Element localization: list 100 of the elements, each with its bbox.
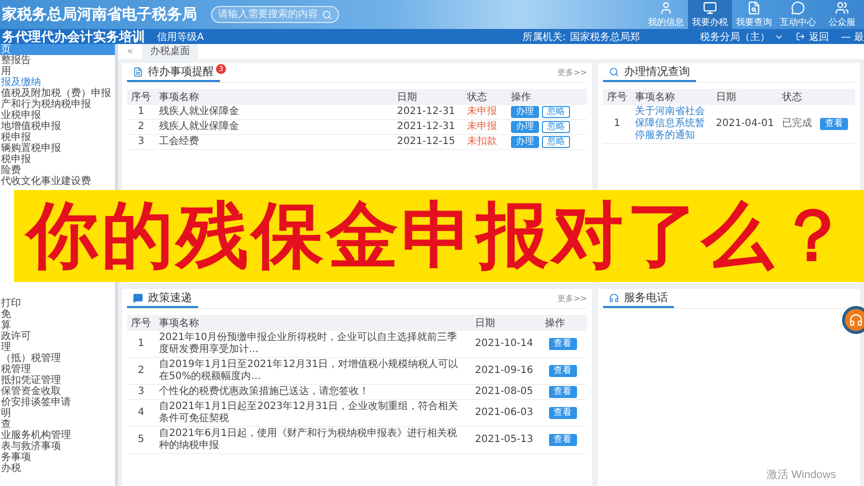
table-cell: 1	[127, 105, 155, 120]
sidebar-item[interactable]: 保管资金收取	[0, 386, 115, 397]
table-cell: 2021-05-13	[471, 426, 541, 454]
sidebar-item[interactable]: 打印	[0, 298, 115, 309]
table-cell: 自2021年6月1日起，使用《财产和行为税纳税申报表》进行相关税种的纳税申报	[155, 426, 471, 454]
table-cell: 未扣款	[463, 134, 507, 150]
nav-item[interactable]: 公众服	[820, 0, 864, 29]
user-icon	[659, 0, 673, 14]
menu-link[interactable]: — 最	[840, 30, 864, 44]
search-icon	[609, 66, 619, 76]
sidebar-item[interactable]: 业服务机构管理	[0, 430, 115, 441]
sidebar-item[interactable]: 价安排谈签申请	[0, 397, 115, 408]
sidebar-item[interactable]: 税申报	[0, 154, 115, 165]
column-header: 序号	[127, 315, 155, 331]
table-cell: 未申报	[463, 120, 507, 134]
table-cell: 2021-09-16	[471, 358, 541, 384]
sidebar-item[interactable]: 理	[0, 342, 115, 353]
sidebar-item[interactable]: 税管理	[0, 364, 115, 375]
more-link[interactable]: 更多>>	[558, 67, 587, 78]
sidebar-item[interactable]: 税申报	[0, 132, 115, 143]
back-link[interactable]: 返回	[808, 30, 829, 44]
table-cell: 2	[127, 358, 155, 384]
panel-title: 服务电话	[624, 290, 668, 305]
sidebar-item[interactable]: 政许可	[0, 331, 115, 342]
sidebar-item[interactable]: 代收文化事业建设费	[0, 176, 115, 187]
column-header: 日期	[712, 89, 778, 105]
table-cell: 2021-10-14	[471, 331, 541, 358]
headset-icon	[609, 292, 619, 302]
table-cell: 2021-12-15	[393, 134, 463, 150]
nav-item[interactable]: 我要办税	[688, 0, 732, 29]
table-cell: 个性化的税费优惠政策措施已送达，请您签收！	[155, 384, 471, 400]
panel-title: 办理情况查询	[624, 64, 690, 79]
column-header: 事项名称	[631, 89, 712, 105]
notice-link[interactable]: 关于河南省社会保障信息系统暂停服务的通知	[631, 105, 712, 144]
message-icon	[133, 292, 143, 302]
sidebar-item[interactable]: 明	[0, 408, 115, 419]
table-cell: 4	[127, 400, 155, 426]
company-name: 务代理代办会计实务培训	[2, 28, 145, 44]
panel-title: 政策速递	[148, 290, 192, 305]
sidebar-item[interactable]: 产和行为税纳税申报	[0, 99, 115, 110]
sidebar-item[interactable]: 值税及附加税（费）申报	[0, 88, 115, 99]
table-cell: 工会经费	[155, 134, 393, 150]
table-cell: 2021-12-31	[393, 105, 463, 120]
table-cell: 自2021年1月1日起至2023年12月31日，企业改制重组，符合相关条件可免征契税	[155, 400, 471, 426]
table-cell: 2021年10月份预缴申报企业所得税时，企业可以自主选择就前三季度研发费用享受加计...	[155, 331, 471, 358]
table-cell: 3	[127, 134, 155, 150]
column-header: 日期	[471, 315, 541, 331]
column-header: 状态	[463, 89, 507, 105]
sidebar-group[interactable]: 报及缴纳	[0, 77, 115, 88]
headset-icon	[849, 313, 863, 327]
sidebar-item[interactable]: 算	[0, 320, 115, 331]
authority-branch: 税务分局（主）	[700, 30, 770, 44]
monitor-icon	[703, 0, 717, 14]
panel-title: 待办事项提醒	[148, 64, 214, 79]
authority-label: 所属机关:	[522, 30, 566, 44]
table-cell: 1	[127, 331, 155, 358]
column-header: 状态	[778, 89, 816, 105]
sidebar-item[interactable]: 表与救济事项	[0, 441, 115, 452]
column-header: 事项名称	[155, 89, 393, 105]
table-cell: 未申报	[463, 105, 507, 120]
sidebar-item[interactable]: 业税申报	[0, 110, 115, 121]
credit-level: 信用等级A	[157, 30, 204, 44]
sidebar-item[interactable]: 免	[0, 309, 115, 320]
table-cell: 3	[127, 384, 155, 400]
table-cell: 5	[127, 426, 155, 454]
sidebar-item[interactable]: 用	[0, 66, 115, 77]
site-title: 家税务总局河南省电子税务局	[2, 5, 197, 24]
table-cell: 自2019年1月1日至2021年12月31日，对增值税小规模纳税人可以在50%的税额幅度内...	[155, 358, 471, 384]
sidebar-item[interactable]: 抵扣凭证管理	[0, 375, 115, 386]
document-search-icon	[747, 0, 761, 14]
table-cell: 2021-08-05	[471, 384, 541, 400]
caption-banner: 你的残保金申报对了么？	[14, 190, 864, 282]
search-icon	[322, 10, 332, 20]
sidebar-item[interactable]: （抵）税管理	[0, 353, 115, 364]
more-link[interactable]: 更多>>	[558, 293, 587, 304]
sidebar-item[interactable]: 辆购置税申报	[0, 143, 115, 154]
sidebar-item[interactable]: 查	[0, 419, 115, 430]
table-cell: 1	[603, 105, 631, 144]
table-cell: 2021-06-03	[471, 400, 541, 426]
exit-icon	[796, 32, 805, 41]
sidebar-item[interactable]: 整报告	[0, 55, 115, 66]
table-cell: 2021-04-01	[712, 105, 778, 144]
sidebar-item[interactable]: 险费	[0, 165, 115, 176]
table-cell: 残疾人就业保障金	[155, 120, 393, 134]
table-cell: 残疾人就业保障金	[155, 105, 393, 120]
table-cell: 已完成	[778, 105, 816, 144]
column-header: 事项名称	[155, 315, 471, 331]
column-header: 操作	[507, 89, 587, 105]
column-header: 日期	[393, 89, 463, 105]
activation-notice: 激活 Windows	[766, 468, 836, 482]
sidebar-item[interactable]: 地增值税申报	[0, 121, 115, 132]
sidebar-item[interactable]: 办税	[0, 463, 115, 474]
column-header: 序号	[603, 89, 631, 105]
sidebar-item[interactable]: 务事项	[0, 452, 115, 463]
table-cell: 2	[127, 120, 155, 134]
document-icon	[133, 66, 143, 76]
chat-bubble-icon	[791, 0, 805, 14]
people-icon	[835, 0, 849, 14]
table-cell: 2021-12-31	[393, 120, 463, 134]
tab[interactable]: 办税桌面	[142, 44, 198, 59]
